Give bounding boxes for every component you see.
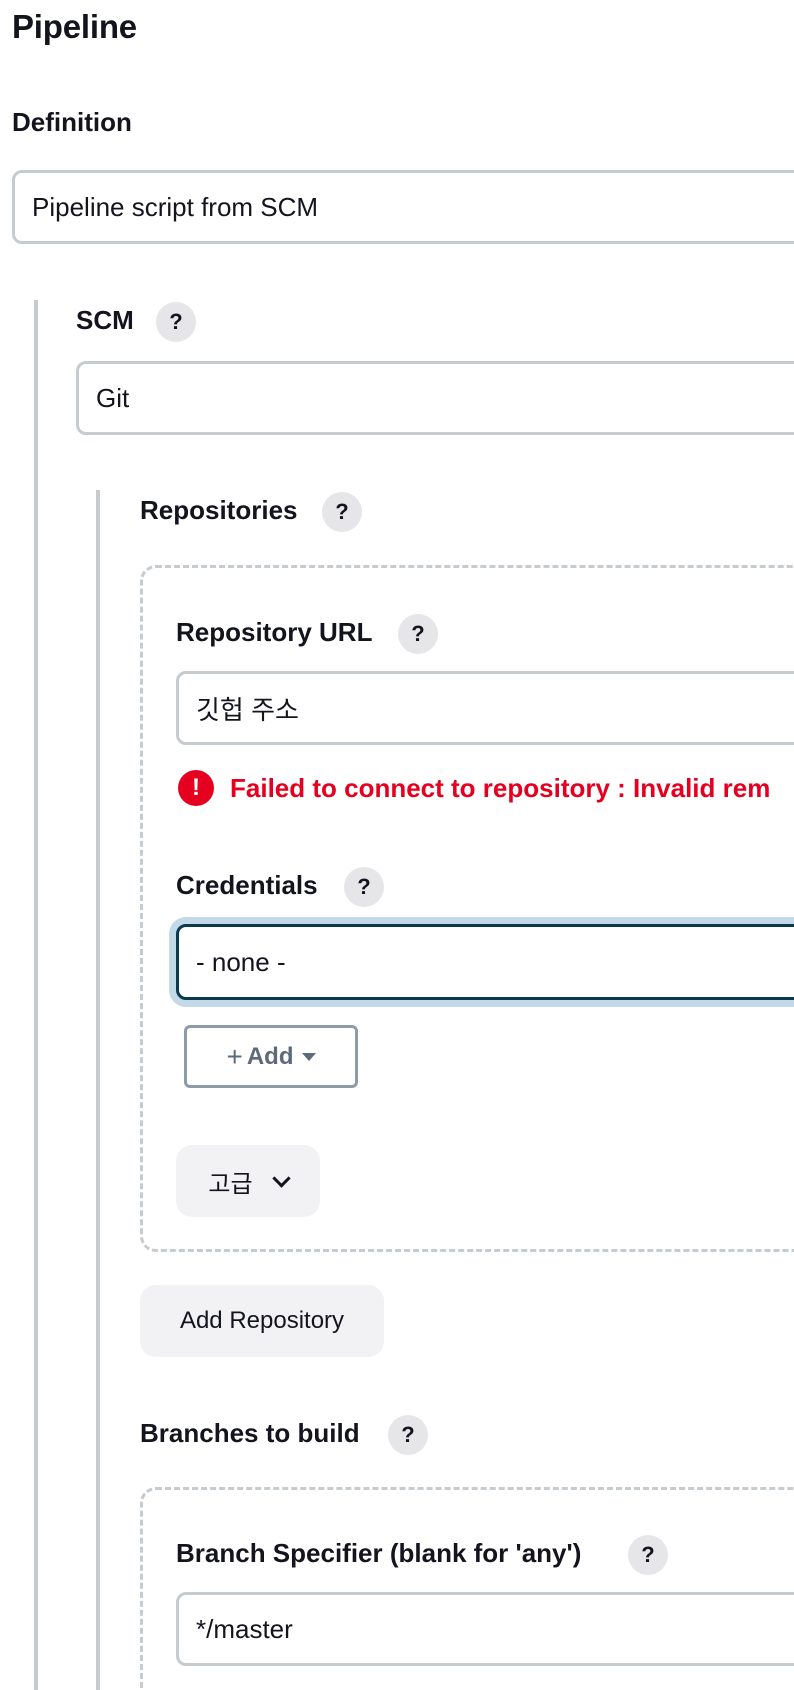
advanced-label: 고급 [208,1170,253,1198]
branches-help-icon[interactable]: ? [388,1415,428,1455]
branch-specifier-help-icon[interactable]: ? [628,1535,668,1575]
add-credentials-button[interactable]: + Add [184,1025,358,1088]
caret-down-icon [301,1052,316,1061]
branch-specifier-value: */master [196,1613,293,1644]
repositories-help-icon[interactable]: ? [322,492,362,532]
scm-select-value: Git [96,382,130,413]
error-icon-glyph: ! [192,774,200,801]
plus-icon: + [226,1040,243,1072]
credentials-select-value: - none - [196,946,286,977]
repository-url-label: Repository URL [176,617,373,647]
credentials-help-glyph: ? [357,874,371,899]
credentials-help-icon[interactable]: ? [344,867,384,907]
pipeline-config-page: Pipeline Definition Pipeline script from… [0,0,794,1690]
repositories-help-glyph: ? [335,499,349,524]
scm-section-indent-line [34,300,38,1690]
add-credentials-label: Add [246,1042,294,1070]
add-repository-label: Add Repository [179,1307,345,1334]
branches-help-glyph: ? [401,1422,415,1447]
credentials-select[interactable]: - none - [176,924,794,1000]
repository-url-help-glyph: ? [411,621,425,646]
chevron-down-icon [271,1168,291,1188]
repository-url-input[interactable]: 깃헙 주소 [176,671,794,745]
repository-url-error: ! Failed to connect to repository : Inva… [178,770,770,806]
scm-help-glyph: ? [169,309,183,334]
git-section-indent-line [96,490,100,1690]
definition-label: Definition [12,107,132,137]
credentials-label: Credentials [176,870,318,900]
branch-specifier-label: Branch Specifier (blank for 'any') [176,1538,582,1568]
section-title: Pipeline [12,8,137,45]
branch-specifier-input[interactable]: */master [176,1592,794,1666]
scm-select[interactable]: Git [76,361,794,435]
repository-url-help-icon[interactable]: ? [398,614,438,654]
definition-select-value: Pipeline script from SCM [32,191,319,222]
advanced-toggle-button[interactable]: 고급 [176,1145,320,1217]
branch-specifier-help-glyph: ? [641,1542,655,1567]
branches-label: Branches to build [140,1418,360,1448]
definition-select[interactable]: Pipeline script from SCM [12,170,794,244]
scm-help-icon[interactable]: ? [156,302,196,342]
error-circle-icon: ! [178,770,214,806]
add-repository-button[interactable]: Add Repository [140,1285,384,1357]
repository-url-error-text: Failed to connect to repository : Invali… [230,772,771,803]
repositories-label: Repositories [140,495,298,525]
repository-url-value: 깃헙 주소 [196,694,299,725]
scm-label: SCM [76,305,134,335]
